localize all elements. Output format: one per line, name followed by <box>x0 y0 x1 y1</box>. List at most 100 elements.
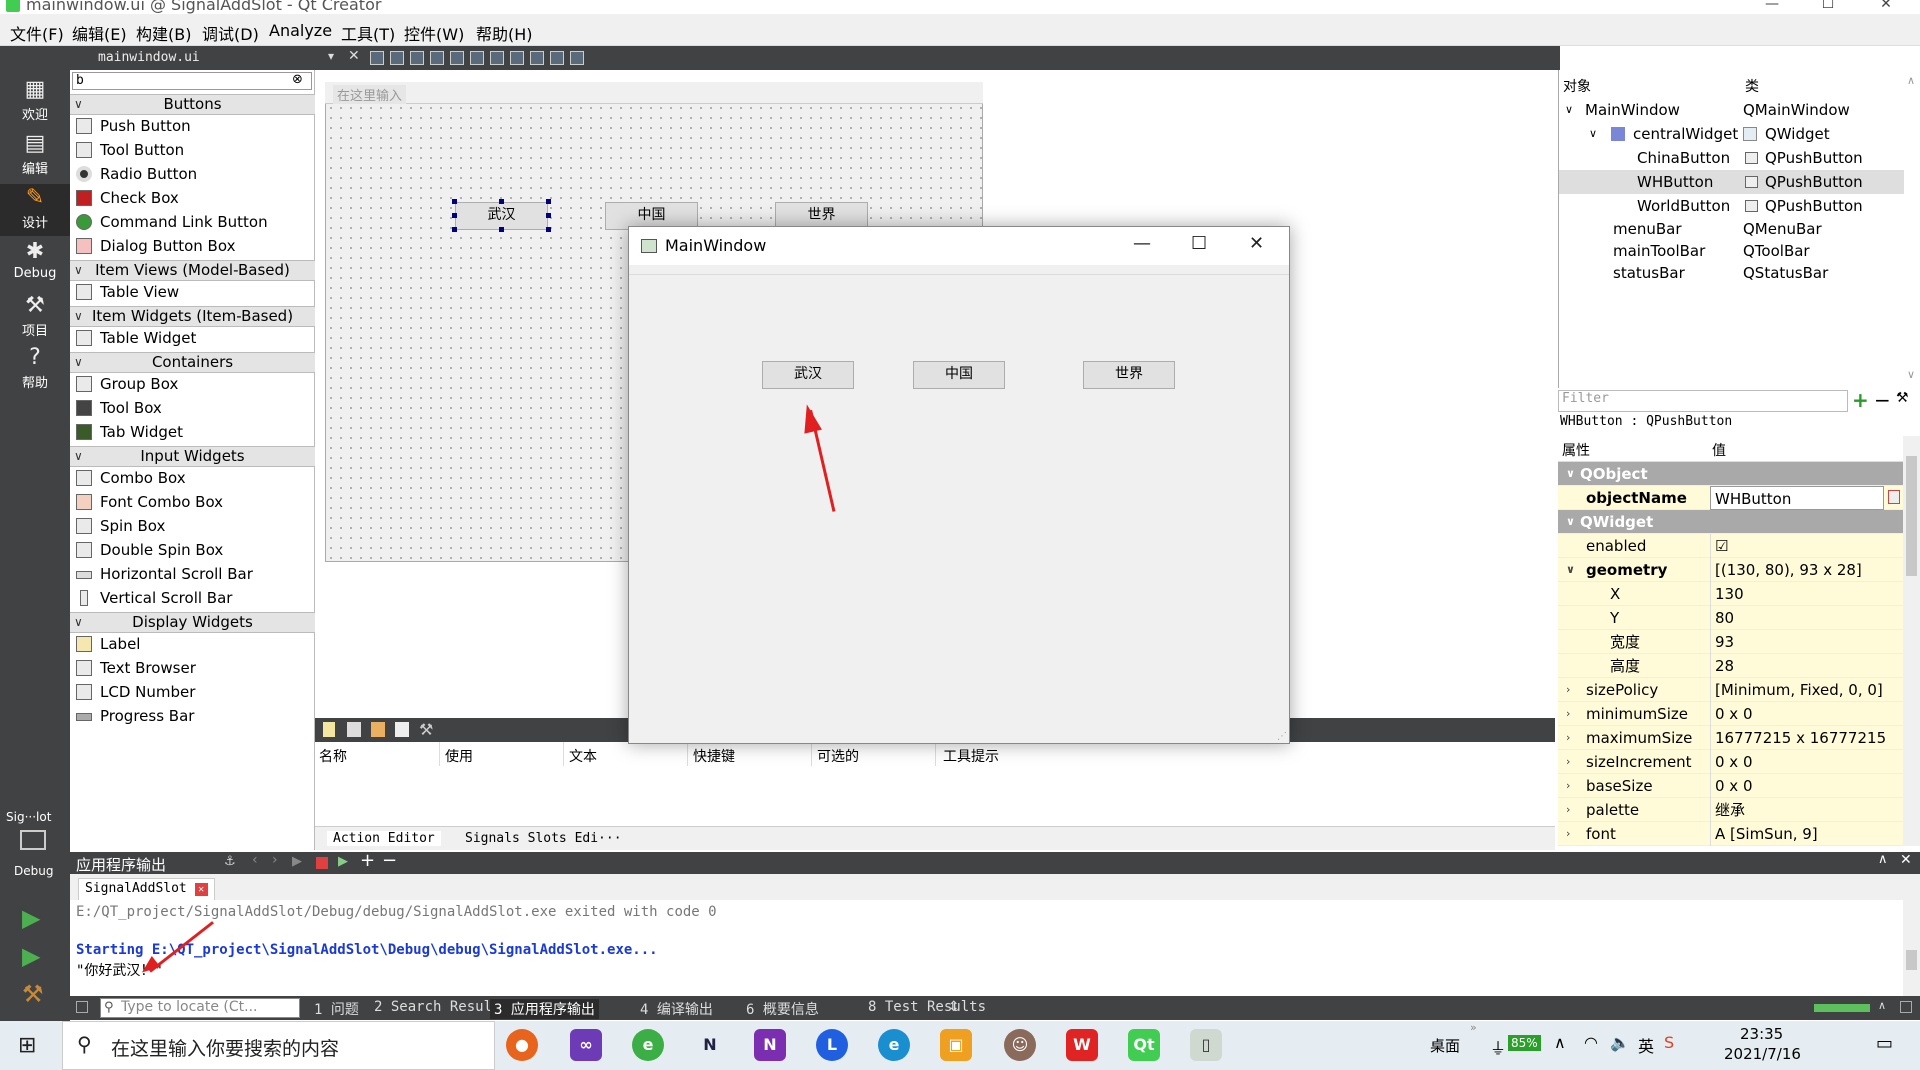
wrench-icon[interactable]: ⚒ <box>419 720 433 739</box>
property-row[interactable]: X 130 <box>1558 582 1903 606</box>
chevron-down-icon[interactable]: ▾ <box>328 49 334 63</box>
menu-widgets[interactable]: 控件(W) <box>404 21 464 45</box>
property-value-input[interactable]: WHButton <box>1710 486 1884 510</box>
close-pane-icon[interactable]: ✕ <box>1900 852 1912 868</box>
widget-label[interactable]: Label <box>76 633 140 655</box>
taskbar-search-box[interactable]: ⚲ 在这里输入你要搜索的内容 <box>62 1021 495 1070</box>
category-buttons[interactable]: ∨ Buttons <box>70 94 315 115</box>
form-wh-button[interactable]: 武汉 <box>455 202 548 230</box>
property-value[interactable]: 0 x 0 <box>1710 750 1753 774</box>
tab-issues[interactable]: 1 问题 <box>314 999 359 1019</box>
widget-dialog-button-box[interactable]: Dialog Button Box <box>76 235 235 257</box>
resize-grip-icon[interactable]: ⋰ <box>1277 731 1287 742</box>
widget-spin-box[interactable]: Spin Box <box>76 515 165 537</box>
scroll-down-icon[interactable]: ∨ <box>1907 368 1915 381</box>
layout-toolbar-icon[interactable] <box>570 51 584 65</box>
close-icon[interactable]: ✕ <box>1876 0 1896 12</box>
selection-handle[interactable] <box>499 199 504 204</box>
property-row[interactable]: ∨ geometry [(130, 80), 93 x 28] <box>1558 558 1903 582</box>
close-icon[interactable]: ✕ <box>1249 233 1264 254</box>
object-row-selected[interactable]: WHButton QPushButton <box>1559 170 1904 194</box>
enabled-checkbox[interactable]: ☑ <box>1710 534 1728 558</box>
clear-filter-icon[interactable]: ⊗ <box>292 72 303 87</box>
app-square-icon[interactable]: ▣ <box>940 1029 972 1061</box>
column-used[interactable]: 使用 <box>445 746 473 766</box>
category-item-views[interactable]: ∨ Item Views (Model-Based) <box>70 260 315 281</box>
wrench-icon[interactable]: ⚒ <box>1896 390 1909 406</box>
object-row[interactable]: menuBar QMenuBar <box>1559 217 1904 241</box>
property-row[interactable]: › minimumSize 0 x 0 <box>1558 702 1903 726</box>
toggle-right-sidebar-icon[interactable] <box>1900 1001 1912 1013</box>
copy-action-icon[interactable] <box>347 722 361 737</box>
attach-icon[interactable]: ⚓ <box>224 854 236 869</box>
selection-handle[interactable] <box>452 199 457 204</box>
maximize-icon[interactable]: ☐ <box>1818 0 1838 12</box>
property-row[interactable]: enabled ☑ <box>1558 534 1903 558</box>
target-project[interactable]: Sig···lot <box>6 810 51 824</box>
run-world-button[interactable]: 世界 <box>1083 361 1175 389</box>
widget-check-box[interactable]: Check Box <box>76 187 179 209</box>
property-row[interactable]: › font A [SimSun, 9] <box>1558 822 1903 846</box>
paste-action-icon[interactable] <box>371 722 385 737</box>
tab-search-results[interactable]: 2 Search Results <box>374 999 509 1015</box>
object-row[interactable]: statusBar QStatusBar <box>1559 261 1904 285</box>
selection-handle[interactable] <box>452 213 457 218</box>
category-input-widgets[interactable]: ∨ Input Widgets <box>70 446 315 467</box>
close-tab-icon[interactable]: ✕ <box>194 883 208 896</box>
property-scrollbar[interactable] <box>1903 436 1920 846</box>
column-shortcut[interactable]: 快捷键 <box>693 746 735 766</box>
widget-tool-button[interactable]: Tool Button <box>76 139 184 161</box>
mode-design[interactable]: ✎ 设计 <box>0 184 70 236</box>
layout-toolbar-icon[interactable] <box>390 51 404 65</box>
reset-property-icon[interactable] <box>1888 490 1900 504</box>
tab-general-messages[interactable]: 6 概要信息 <box>746 999 819 1019</box>
toggle-sidebar-icon[interactable] <box>76 1001 88 1013</box>
widget-lcd-number[interactable]: LCD Number <box>76 681 195 703</box>
clock-date[interactable]: 2021/7/16 <box>1724 1045 1801 1063</box>
mode-welcome[interactable]: ▦ 欢迎 <box>0 76 70 128</box>
property-value[interactable]: [Minimum, Fixed, 0, 0] <box>1710 678 1883 702</box>
output-scrollbar[interactable] <box>1903 900 1920 996</box>
object-row[interactable]: ChinaButton QPushButton <box>1559 146 1904 170</box>
power-plug-icon[interactable]: ⏚ <box>1490 1035 1506 1059</box>
property-value[interactable]: 16777215 x 16777215 <box>1710 726 1886 750</box>
clock-time[interactable]: 23:35 <box>1740 1025 1783 1043</box>
tab-app-output[interactable]: 3 应用程序输出 <box>490 999 599 1019</box>
maximize-icon[interactable]: ☐ <box>1191 233 1207 254</box>
monitor-icon[interactable] <box>20 830 46 850</box>
build-hammer-icon[interactable]: ⚒ <box>22 980 44 1008</box>
layout-toolbar-icon[interactable] <box>530 51 544 65</box>
menu-analyze[interactable]: Analyze <box>269 21 332 40</box>
close-file-icon[interactable]: ✕ <box>348 48 360 64</box>
layout-toolbar-icon[interactable] <box>450 51 464 65</box>
widget-tool-box[interactable]: Tool Box <box>76 397 162 419</box>
minimize-icon[interactable]: — <box>1762 0 1782 12</box>
zoom-out-icon[interactable]: − <box>382 850 397 871</box>
widget-push-button[interactable]: Push Button <box>76 115 191 137</box>
widget-horizontal-scroll-bar[interactable]: Horizontal Scroll Bar <box>76 563 253 585</box>
object-row[interactable]: ∨ centralWidget QWidget <box>1559 122 1904 146</box>
tab-action-editor[interactable]: Action Editor <box>327 831 441 846</box>
widget-combo-box[interactable]: Combo Box <box>76 467 186 489</box>
desktop-label[interactable]: 桌面 <box>1430 1035 1460 1056</box>
widget-double-spin-box[interactable]: Double Spin Box <box>76 539 223 561</box>
output-tab[interactable]: SignalAddSlot ✕ <box>78 878 215 900</box>
notification-icon[interactable]: ▭ <box>1876 1033 1893 1054</box>
widget-command-link-button[interactable]: Command Link Button <box>76 211 268 233</box>
battery-level[interactable]: 85% <box>1508 1035 1541 1051</box>
tab-test-results[interactable]: 8 Test Results <box>868 999 986 1015</box>
windows-start-icon[interactable]: ⊞ <box>18 1033 36 1058</box>
browser-e-icon[interactable]: e <box>632 1029 664 1061</box>
debug-attach-icon[interactable]: ▶ <box>338 854 348 869</box>
next-icon[interactable]: › <box>272 852 278 868</box>
widget-vertical-scroll-bar[interactable]: Vertical Scroll Bar <box>76 587 232 609</box>
property-group-qwidget[interactable]: ∨ QWidget <box>1558 510 1903 534</box>
object-row[interactable]: WorldButton QPushButton <box>1559 194 1904 218</box>
property-row[interactable]: 宽度 93 <box>1558 630 1903 654</box>
running-app-icon[interactable]: ▯ <box>1190 1029 1222 1061</box>
category-display-widgets[interactable]: ∨ Display Widgets <box>70 612 315 633</box>
selection-handle[interactable] <box>546 213 551 218</box>
widget-tab-widget[interactable]: Tab Widget <box>76 421 183 443</box>
layout-toolbar-icon[interactable] <box>410 51 424 65</box>
layout-toolbar-icon[interactable] <box>550 51 564 65</box>
